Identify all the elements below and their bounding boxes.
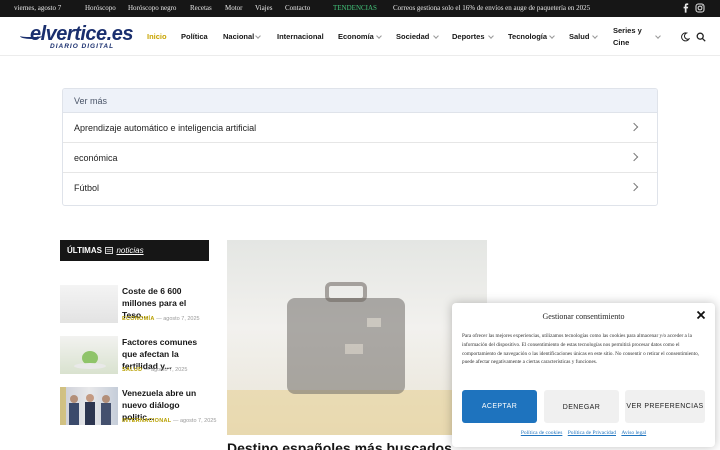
- consent-text: Para ofrecer las mejores experiencias, u…: [462, 333, 699, 366]
- chevron-down-icon: [255, 33, 261, 39]
- post-meta: ECONOMÍA — agosto 7, 2025: [122, 316, 200, 322]
- site-header: elvertice.es DIARIO DIGITAL Inicio Polít…: [0, 17, 720, 56]
- chevron-right-icon: [629, 182, 639, 192]
- post-date: agosto 7, 2025: [151, 367, 188, 373]
- logo-subtext: DIARIO DIGITAL: [50, 43, 115, 50]
- chevron-right-icon: [629, 152, 639, 162]
- chevron-down-icon: [433, 33, 439, 39]
- top-link-recetas[interactable]: Recetas: [190, 4, 212, 12]
- chevron-down-icon: [376, 33, 382, 39]
- site-logo[interactable]: elvertice.es DIARIO DIGITAL: [20, 23, 133, 51]
- post-thumbnail[interactable]: [60, 285, 118, 323]
- privacy-policy-link[interactable]: Política de Privacidad: [568, 430, 616, 436]
- nav-deportes[interactable]: Deportes: [452, 32, 485, 41]
- apple-image: [74, 351, 106, 369]
- trending-headline[interactable]: Correos gestiona solo el 16% de envíos e…: [393, 4, 590, 12]
- nav-nacional[interactable]: Nacional: [223, 32, 254, 41]
- ver-mas-item-label: económica: [74, 153, 118, 163]
- accept-button[interactable]: ACEPTAR: [462, 390, 537, 423]
- deny-button[interactable]: DENEGAR: [544, 390, 619, 423]
- top-link-horoscopo-negro[interactable]: Horóscopo negro: [128, 4, 176, 12]
- chevron-down-icon: [592, 33, 598, 39]
- chevron-down-icon: [488, 33, 494, 39]
- ver-mas-heading: Ver más: [63, 89, 657, 113]
- dark-mode-moon-icon[interactable]: [680, 32, 690, 42]
- cookie-policy-link[interactable]: Política de cookies: [521, 430, 563, 436]
- nav-politica[interactable]: Política: [181, 32, 208, 41]
- latest-post[interactable]: Coste de 6 600 millones para el Teso... …: [60, 285, 209, 329]
- top-link-viajes[interactable]: Viajes: [255, 4, 272, 12]
- chevron-down-icon: [655, 33, 661, 39]
- top-link-motor[interactable]: Motor: [225, 4, 243, 12]
- chevron-right-icon: [629, 122, 639, 132]
- ver-mas-item-economica[interactable]: económica: [63, 143, 657, 173]
- ver-mas-item-futbol[interactable]: Fútbol: [63, 173, 657, 203]
- ver-mas-item-label: Fútbol: [74, 183, 100, 193]
- post-category[interactable]: SALUD: [122, 367, 142, 373]
- nav-economia[interactable]: Economía: [338, 32, 374, 41]
- nav-sociedad[interactable]: Sociedad: [396, 32, 429, 41]
- post-thumbnail[interactable]: [60, 387, 118, 425]
- consent-links: Política de cookies Política de Privacid…: [452, 430, 715, 436]
- suitcase-image: [227, 282, 487, 435]
- latest-heading-bold: ÚLTIMAS: [67, 246, 102, 255]
- nav-tecnologia[interactable]: Tecnología: [508, 32, 547, 41]
- post-date: agosto 7, 2025: [180, 418, 217, 424]
- nav-inicio[interactable]: Inicio: [147, 32, 167, 41]
- top-link-horoscopo[interactable]: Horóscopo: [85, 4, 116, 12]
- nav-series-cine[interactable]: Series y Cine: [613, 25, 647, 49]
- featured-image[interactable]: [227, 240, 487, 435]
- trending-label: TENDENCIAS: [333, 4, 377, 12]
- view-preferences-button[interactable]: VER PREFERENCIAS: [625, 390, 705, 423]
- facebook-icon[interactable]: [681, 3, 691, 13]
- post-category[interactable]: INTERNACIONAL: [122, 418, 171, 424]
- politicians-image: [60, 387, 111, 425]
- nav-salud[interactable]: Salud: [569, 32, 589, 41]
- post-date: agosto 7, 2025: [163, 316, 200, 322]
- ver-mas-item-ia[interactable]: Aprendizaje automático e inteligencia ar…: [63, 113, 657, 143]
- nav-internacional[interactable]: Internacional: [277, 32, 324, 41]
- legal-notice-link[interactable]: Aviso legal: [621, 430, 646, 436]
- top-bar: viernes, agosto 7 Horóscopo Horóscopo ne…: [0, 0, 720, 17]
- latest-news-heading: ÚLTIMAS noticias: [60, 240, 209, 261]
- instagram-icon[interactable]: [695, 3, 705, 13]
- featured-title[interactable]: Destino españoles más buscados: [227, 440, 452, 450]
- top-link-contacto[interactable]: Contacto: [285, 4, 310, 12]
- search-icon[interactable]: [696, 32, 706, 42]
- chevron-down-icon: [549, 33, 555, 39]
- latest-post[interactable]: Factores comunes que afectan la fertilid…: [60, 336, 209, 380]
- ver-mas-item-label: Aprendizaje automático e inteligencia ar…: [74, 123, 257, 133]
- cookie-consent-dialog: Gestionar consentimiento Para ofrecer la…: [452, 303, 715, 447]
- close-icon[interactable]: [696, 310, 706, 320]
- newspaper-icon: [105, 247, 114, 254]
- post-meta: INTERNACIONAL — agosto 7, 2025: [122, 418, 217, 424]
- latest-heading-rest: noticias: [116, 246, 144, 255]
- post-thumbnail[interactable]: [60, 336, 118, 374]
- consent-title: Gestionar consentimiento: [542, 312, 625, 321]
- latest-post[interactable]: Venezuela abre un nuevo diálogo politic.…: [60, 387, 217, 431]
- post-category[interactable]: ECONOMÍA: [122, 316, 155, 322]
- top-date: viernes, agosto 7: [14, 4, 62, 12]
- ver-mas-box: Ver más Aprendizaje automático e intelig…: [62, 88, 658, 206]
- post-meta: SALUD — agosto 7, 2025: [122, 367, 188, 373]
